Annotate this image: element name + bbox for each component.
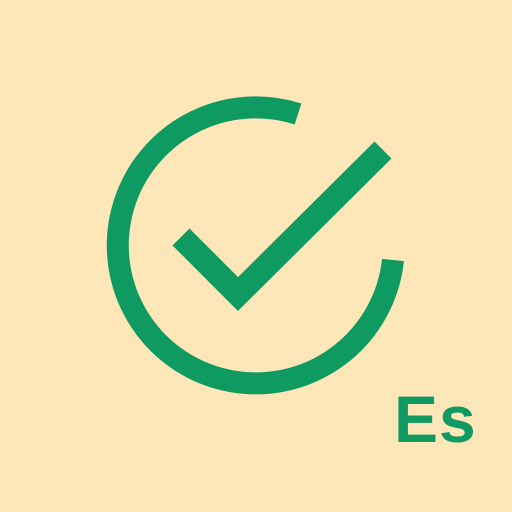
- circle-arc: [106, 96, 404, 395]
- app-icon: Es: [0, 0, 512, 512]
- language-badge: Es: [394, 382, 477, 456]
- check-mark: [172, 141, 392, 311]
